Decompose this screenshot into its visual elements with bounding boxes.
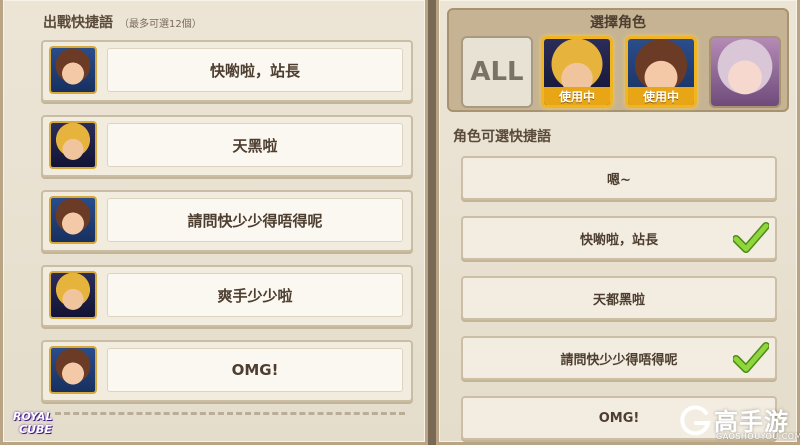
character-phrase-2[interactable]: 快喲啦，站長 (461, 216, 777, 260)
character-avatar-boy (49, 121, 97, 169)
logo-line-2: CUBE (19, 423, 52, 436)
character-avatar-girl (49, 346, 97, 394)
royal-cube-logo: ROYAL CUBE (13, 410, 79, 444)
battle-phrase-row-4[interactable]: 爽手少少啦 (41, 265, 413, 327)
battle-phrase-row-5[interactable]: OMG! (41, 340, 413, 402)
max-selection-note: （最多可選12個） (119, 19, 202, 30)
select-character-title: 選擇角色 (590, 15, 646, 31)
gaoshouyou-watermark: 高手游 GAOSHOUYOU.COM (676, 402, 800, 445)
battle-phrase-label: 請問快少少得唔得呢 (107, 198, 403, 242)
character-avatar-girl (49, 196, 97, 244)
battle-phrase-label: 快喲啦，站長 (107, 48, 403, 92)
character-slot-elf[interactable] (709, 36, 781, 108)
battle-phrases-title: 出戰快捷語 （最多可選12個） (43, 12, 202, 32)
battle-phrase-row-1[interactable]: 快喲啦，站長 (41, 40, 413, 102)
character-phrase-label: 天都黑啦 (592, 292, 645, 308)
battle-phrases-title-text: 出戰快捷語 (43, 15, 113, 31)
character-slot-girl[interactable]: 使用中 (625, 36, 697, 108)
battle-phrase-row-2[interactable]: 天黑啦 (41, 115, 413, 177)
battle-phrase-label: 爽手少少啦 (107, 273, 403, 317)
empty-slot-divider (55, 412, 405, 415)
battle-phrase-row-3[interactable]: 請問快少少得唔得呢 (41, 190, 413, 252)
character-phrase-4[interactable]: 請問快少少得唔得呢 (461, 336, 777, 380)
character-avatar-boy (49, 271, 97, 319)
checkmark-icon (733, 222, 769, 253)
watermark-url: GAOSHOUYOU.COM (716, 432, 800, 441)
all-characters-button[interactable]: ALL (461, 36, 533, 108)
character-portrait-elf (711, 38, 779, 106)
character-selector: 選擇角色 ALL 使用中 使用中 (447, 8, 789, 112)
character-phrase-label: OMG! (598, 410, 640, 426)
battle-phrases-panel: 出戰快捷語 （最多可選12個） 快喲啦，站長 天黑啦 請問快少少得唔得呢 爽手少少… (0, 0, 428, 445)
gaoshouyou-logo-icon (680, 405, 711, 436)
in-use-badge: 使用中 (628, 87, 694, 105)
battle-phrase-label: OMG! (107, 348, 403, 392)
character-phrase-1[interactable]: 嗯~ (461, 156, 777, 200)
battle-phrase-label: 天黑啦 (107, 123, 403, 167)
logo-line-1: ROYAL (13, 410, 53, 423)
character-phrases-title: 角色可選快捷語 (453, 129, 551, 145)
character-phrase-label: 嗯~ (607, 172, 631, 188)
character-slot-boy[interactable]: 使用中 (541, 36, 613, 108)
character-phrase-3[interactable]: 天都黑啦 (461, 276, 777, 320)
character-phrase-label: 快喲啦，站長 (579, 232, 658, 248)
character-avatar-girl (49, 46, 97, 94)
in-use-badge: 使用中 (544, 87, 610, 105)
checkmark-icon (733, 342, 769, 373)
character-phrase-panel: 選擇角色 ALL 使用中 使用中 角色可選快捷語 嗯~ 快喲啦，站長 天都黑啦 … (436, 0, 800, 445)
character-phrase-label: 請問快少少得唔得呢 (560, 352, 678, 368)
